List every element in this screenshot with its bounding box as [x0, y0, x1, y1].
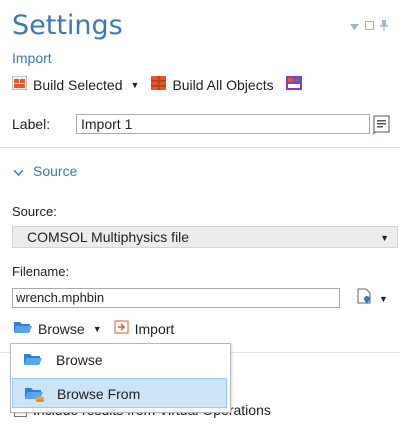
build-all-objects-button[interactable]: Build All Objects [151, 76, 274, 93]
build-all-icon [151, 76, 167, 93]
chevron-down-icon: ▼ [379, 293, 388, 304]
settings-toolbar: Build Selected ▼ Build All Objects [11, 75, 314, 93]
node-type-subtitle: Import [12, 50, 52, 66]
import-button[interactable]: Import [114, 320, 175, 337]
menu-item-label: Browse [56, 352, 103, 368]
page-title: Settings [12, 10, 123, 41]
window-controls [350, 20, 388, 34]
folder-open-icon [24, 352, 42, 369]
browse-label: Browse [38, 320, 85, 337]
filename-field[interactable]: wrench.mphbin [12, 288, 340, 308]
file-location-icon [355, 287, 373, 310]
build-selected-label: Build Selected [33, 76, 123, 93]
folder-database-icon [25, 386, 45, 405]
build-selected-icon [11, 75, 28, 93]
chevron-down-icon [13, 163, 24, 179]
label-comment-icon [372, 115, 392, 140]
source-select[interactable]: COMSOL Multiphysics file ▼ [12, 226, 398, 248]
file-location-button[interactable]: ▼ [355, 287, 388, 310]
label-field[interactable]: Import 1 [76, 114, 370, 134]
divider [0, 147, 400, 148]
browse-button[interactable]: Browse ▼ [14, 320, 102, 337]
folder-open-icon [14, 320, 32, 337]
chevron-down-icon: ▼ [380, 233, 389, 243]
section-title: Source [33, 163, 78, 179]
build-results-icon [285, 76, 302, 93]
menu-item-label: Browse From [57, 386, 141, 402]
build-all-label: Build All Objects [172, 76, 274, 93]
chevron-down-icon[interactable]: ▼ [93, 324, 102, 334]
chevron-down-icon[interactable]: ▼ [131, 80, 140, 90]
chevron-down-icon[interactable] [350, 22, 359, 33]
build-selected-button[interactable]: Build Selected ▼ [11, 75, 140, 93]
label-caption: Label: [12, 116, 51, 132]
source-label: Source: [12, 204, 57, 219]
label-edit-button[interactable] [372, 114, 392, 136]
browse-dropdown-menu: Browse Browse From [10, 343, 231, 413]
source-selected-value: COMSOL Multiphysics file [27, 229, 190, 245]
filename-label: Filename: [12, 264, 70, 279]
import-label: Import [134, 320, 175, 337]
import-icon [114, 320, 129, 337]
pin-icon[interactable] [380, 20, 388, 34]
maximize-icon[interactable] [365, 21, 374, 33]
source-section-header[interactable]: Source [13, 163, 78, 179]
label-row: Label: Import 1 [12, 114, 370, 134]
menu-item-browse[interactable]: Browse [12, 345, 227, 375]
file-actions-row: Browse ▼ Import [14, 320, 186, 337]
build-with-results-button[interactable] [285, 76, 302, 93]
menu-item-browse-from[interactable]: Browse From [12, 378, 227, 408]
